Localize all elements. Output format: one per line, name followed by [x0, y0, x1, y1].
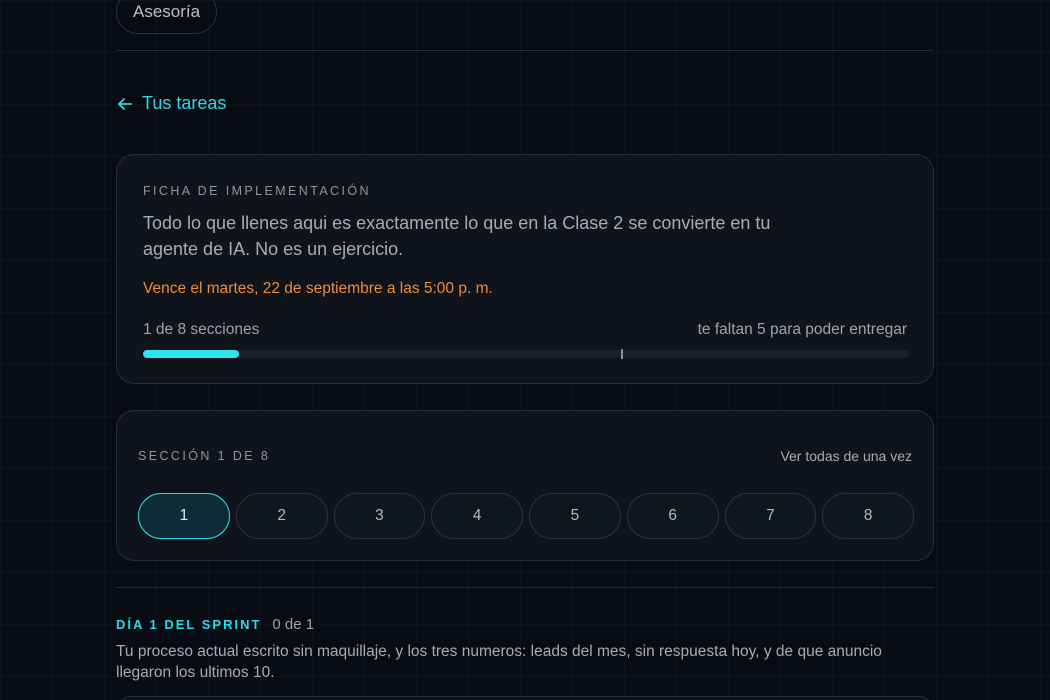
section-tab-6[interactable]: 6: [626, 493, 719, 539]
assignment-card: FICHA DE IMPLEMENTACIÓN Todo lo que llen…: [116, 154, 934, 384]
back-link-label: Tus tareas: [142, 93, 227, 113]
section-tab-2[interactable]: 2: [235, 493, 328, 539]
section-tab-7[interactable]: 7: [724, 493, 817, 539]
sprint-title: DÍA 1 DEL SPRINT: [116, 617, 262, 632]
section-tab-8[interactable]: 8: [822, 493, 914, 539]
section-eyebrow: SECCIÓN 1 DE 8: [138, 449, 271, 463]
advisory-pill[interactable]: Asesoría: [116, 0, 218, 34]
divider-bottom: [116, 587, 934, 588]
progress-count: 1 de 8 secciones: [143, 321, 260, 338]
next-field-card: [116, 696, 934, 700]
progress-bar-fill: [143, 350, 239, 358]
due-date: Vence el martes, 22 de septiembre a las …: [143, 280, 493, 297]
section-tab-1[interactable]: 1: [138, 493, 230, 539]
advisory-pill-label: Asesoría: [133, 2, 201, 21]
sprint-description: Tu proceso actual escrito sin maquillaje…: [116, 643, 882, 681]
divider-top: [116, 50, 934, 51]
view-all-sections-link[interactable]: Ver todas de una vez: [780, 448, 912, 464]
section-tab-5[interactable]: 5: [529, 493, 621, 539]
section-tabs: 1 2 3 4 5 6 7 8: [138, 493, 914, 539]
assignment-description: Todo lo que llenes aqui es exactamente l…: [143, 213, 771, 259]
back-to-tasks-link[interactable]: Tus tareas: [116, 93, 226, 114]
arrow-left-icon: [118, 97, 132, 110]
progress-bar: [143, 349, 909, 359]
section-tab-4[interactable]: 4: [431, 493, 523, 539]
assignment-eyebrow: FICHA DE IMPLEMENTACIÓN: [143, 184, 371, 198]
section-tab-3[interactable]: 3: [333, 493, 426, 539]
required-threshold-marker: [620, 349, 623, 359]
sprint-header: DÍA 1 DEL SPRINT 0 de 1: [116, 616, 314, 633]
sprint-count: 0 de 1: [272, 616, 315, 633]
progress-remaining: te faltan 5 para poder entregar: [697, 321, 907, 338]
sections-card: SECCIÓN 1 DE 8 Ver todas de una vez 1 2 …: [116, 410, 934, 561]
